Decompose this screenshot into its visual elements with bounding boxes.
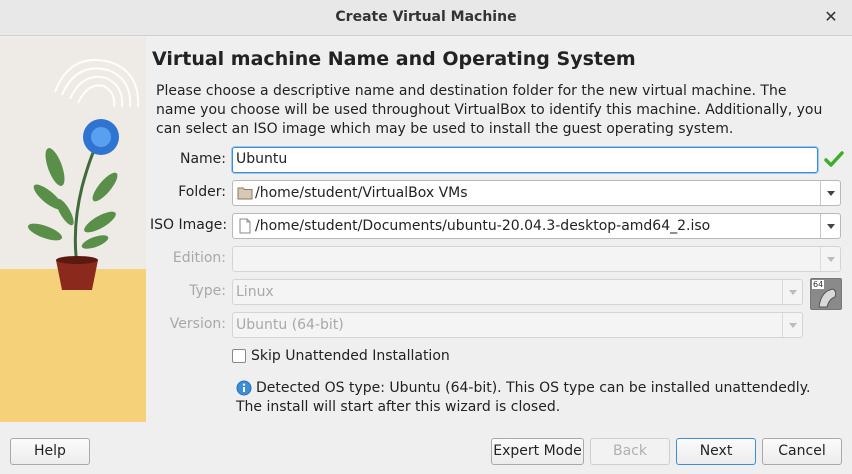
os-type-icon: 64 — [810, 278, 842, 310]
next-button[interactable]: Next — [676, 438, 756, 465]
version-value: Ubuntu (64-bit) — [236, 317, 344, 333]
name-label-text: Name: — [179, 151, 226, 167]
chevron-down-icon[interactable] — [820, 181, 840, 205]
chevron-down-icon — [782, 313, 802, 337]
version-label-text: Version: — [169, 316, 226, 332]
title-bar: Create Virtual Machine ✕ — [0, 0, 852, 36]
folder-label: Folder: — [150, 184, 226, 200]
wizard-illustration — [0, 37, 146, 422]
expert-mode-button[interactable]: Expert Mode — [491, 438, 584, 465]
folder-icon — [237, 187, 253, 200]
back-button: Back — [590, 438, 670, 465]
folder-value: /home/student/VirtualBox VMs — [255, 185, 468, 201]
chevron-down-icon — [820, 247, 840, 271]
name-input[interactable] — [236, 151, 806, 167]
chevron-down-icon[interactable] — [820, 214, 840, 238]
type-select: Linux — [232, 279, 803, 305]
edition-label: Edition: — [150, 250, 226, 266]
folder-select[interactable]: /home/student/VirtualBox VMs — [232, 180, 841, 206]
name-field[interactable] — [232, 147, 818, 173]
version-select: Ubuntu (64-bit) — [232, 312, 803, 338]
chevron-down-icon — [782, 280, 802, 304]
version-label: Version: — [150, 316, 226, 332]
iso-label-text: ISO Image: — [150, 217, 228, 233]
iso-image-value: /home/student/Documents/ubuntu-20.04.3-d… — [255, 218, 711, 234]
name-label: Name: — [150, 151, 226, 167]
type-label-text: Type: — [189, 283, 226, 299]
type-label: Type: — [150, 283, 226, 299]
edition-select — [232, 246, 841, 272]
edition-label-text: Edition: — [172, 250, 226, 266]
iso-label: ISO Image: — [150, 217, 228, 233]
checkmark-icon — [824, 151, 844, 167]
detected-os-info: Detected OS type: Ubuntu (64-bit). This … — [236, 380, 811, 415]
cancel-button[interactable]: Cancel — [762, 438, 842, 465]
checkbox-box[interactable] — [232, 349, 246, 363]
window-title: Create Virtual Machine — [335, 9, 517, 25]
page-description: Please choose a descriptive name and des… — [156, 83, 823, 137]
help-button[interactable]: Help — [10, 438, 90, 465]
page-title: Virtual machine Name and Operating Syste… — [152, 48, 636, 70]
folder-label-text: Folder: — [178, 184, 226, 200]
file-icon — [239, 218, 251, 234]
iso-image-select[interactable]: /home/student/Documents/ubuntu-20.04.3-d… — [232, 213, 841, 239]
skip-unattended-label[interactable]: Skip Unattended Installation — [251, 348, 450, 364]
plant-illustration — [27, 59, 140, 290]
type-value: Linux — [236, 284, 274, 300]
linux-icon — [818, 288, 837, 308]
close-icon[interactable]: ✕ — [822, 7, 840, 27]
